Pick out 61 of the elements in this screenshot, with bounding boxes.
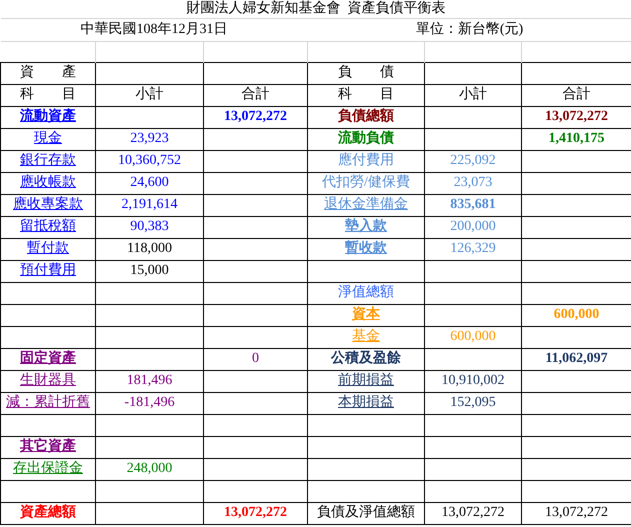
- table-cell: 600,000: [424, 326, 522, 348]
- table-cell: 退休金準備金: [308, 194, 424, 216]
- table-cell: 13,072,272: [204, 502, 308, 524]
- table-cell: 小計: [96, 84, 204, 106]
- table-cell: 835,681: [424, 194, 522, 216]
- table-cell: 暫付款: [0, 238, 96, 260]
- table-cell: 減：累計折舊: [0, 392, 96, 414]
- table-cell: 科 目: [308, 84, 424, 106]
- table-cell: 118,000: [96, 238, 204, 260]
- table-cell: 其它資產: [0, 436, 96, 458]
- table-cell: 代扣勞/健保費: [308, 172, 424, 194]
- table-cell: 248,000: [96, 458, 204, 480]
- table-cell: 暫收款: [308, 238, 424, 260]
- table-cell: 本期損益: [308, 392, 424, 414]
- table-cell: 200,000: [424, 216, 522, 238]
- table-cell: 前期損益: [308, 370, 424, 392]
- table-cell: 13,072,272: [204, 106, 308, 128]
- table-cell: 固定資產: [0, 348, 96, 370]
- table-cell: 合計: [522, 84, 631, 106]
- table-cell: 10,360,752: [96, 150, 204, 172]
- table-cell: 公積及盈餘: [308, 348, 424, 370]
- table-cell: 基金: [308, 326, 424, 348]
- date-text: 中華民國108年12月31日: [0, 18, 308, 41]
- table-cell: 應付費用: [308, 150, 424, 172]
- table-cell: 90,383: [96, 216, 204, 238]
- table-cell: 資產總額: [0, 502, 96, 524]
- table-cell: 資 產: [0, 62, 96, 84]
- table-cell: 留抵稅額: [0, 216, 96, 238]
- table-cell: 225,092: [424, 150, 522, 172]
- table-cell: 24,600: [96, 172, 204, 194]
- table-cell: 墊入款: [308, 216, 424, 238]
- table-cell: 淨值總額: [308, 282, 424, 304]
- table-cell: 23,923: [96, 128, 204, 150]
- table-cell: 應收帳款: [0, 172, 96, 194]
- table-cell: 181,496: [96, 370, 204, 392]
- table-cell: 負債總額: [308, 106, 424, 128]
- table-cell: 15,000: [96, 260, 204, 282]
- table-cell: 流動負債: [308, 128, 424, 150]
- table-cell: 小計: [424, 84, 522, 106]
- unit-text: 單位：新台幣(元): [308, 18, 631, 41]
- table-cell: 2,191,614: [96, 194, 204, 216]
- table-cell: 負 債: [308, 62, 424, 84]
- table-cell: 資本: [308, 304, 424, 326]
- table-cell: 13,072,272: [424, 502, 522, 524]
- table-cell: 合計: [204, 84, 308, 106]
- table-cell: 存出保證金: [0, 458, 96, 480]
- table-cell: 銀行存款: [0, 150, 96, 172]
- table-cell: 科 目: [0, 84, 96, 106]
- table-cell: 現金: [0, 128, 96, 150]
- table-cell: 10,910,002: [424, 370, 522, 392]
- table-cell: -181,496: [96, 392, 204, 414]
- table-cell: 23,073: [424, 172, 522, 194]
- table-cell: 預付費用: [0, 260, 96, 282]
- table-cell: 負債及淨值總額: [308, 502, 424, 524]
- sheet-title: 財團法人婦女新知基金會 資產負債平衡表: [0, 0, 631, 18]
- table-cell: 流動資產: [0, 106, 96, 128]
- table-cell: 0: [204, 348, 308, 370]
- table-cell: 應收專案款: [0, 194, 96, 216]
- table-cell: 生財器具: [0, 370, 96, 392]
- table-cell: 126,329: [424, 238, 522, 260]
- table-cell: 152,095: [424, 392, 522, 414]
